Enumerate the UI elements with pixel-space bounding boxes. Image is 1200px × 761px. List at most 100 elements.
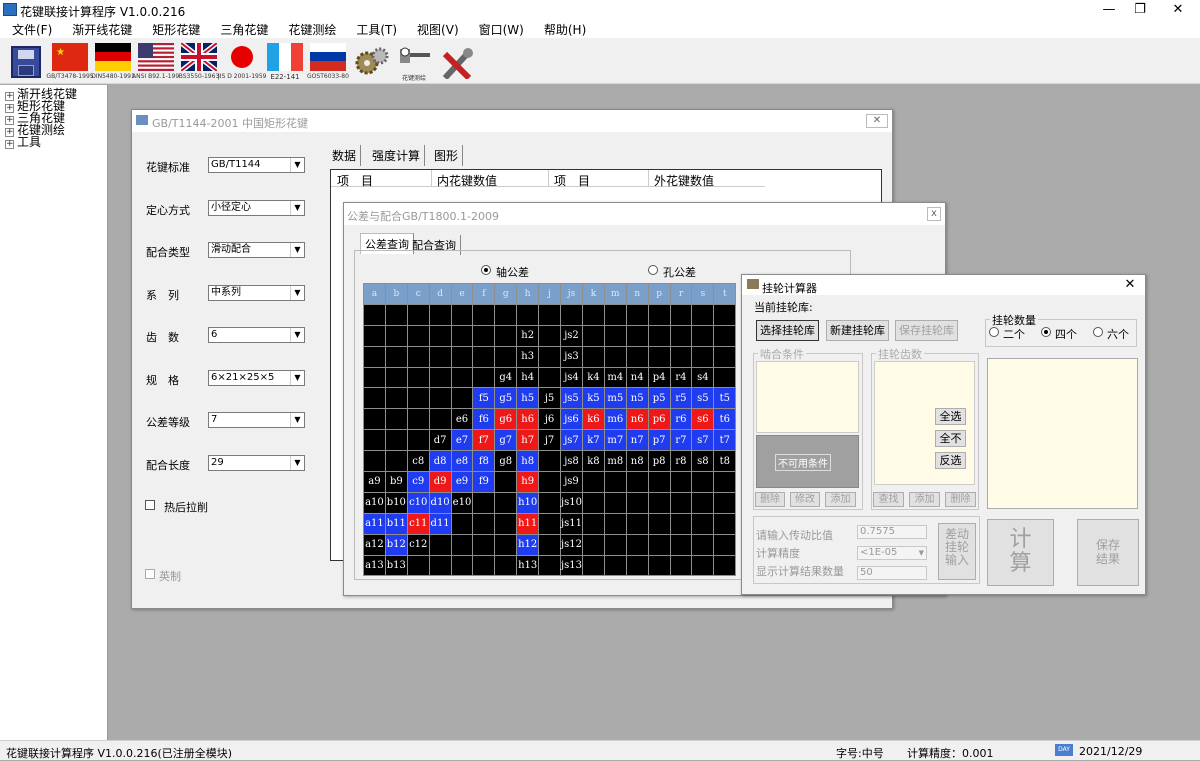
tolerance-cell[interactable]: js9 (560, 471, 583, 493)
window-close-button[interactable]: ✕ (866, 114, 888, 128)
grid-column-header[interactable]: e (450, 283, 474, 305)
grid-column-header[interactable]: a (363, 283, 386, 305)
save-lib-button[interactable]: 保存挂轮库 (895, 320, 958, 341)
toolbar-france[interactable]: E22-141 (265, 41, 305, 83)
grid-column-header[interactable]: js (560, 283, 583, 305)
tolerance-cell[interactable]: n4 (625, 366, 649, 389)
tolerance-cell[interactable]: k5 (581, 387, 605, 410)
tolerance-cell[interactable]: a12 (363, 533, 386, 556)
tolerance-cell[interactable]: s7 (691, 429, 715, 452)
add-teeth-button[interactable]: 添加 (909, 492, 940, 507)
tolerance-cell[interactable]: d11 (428, 512, 452, 535)
tolerance-cell[interactable]: js13 (560, 554, 583, 577)
tolerance-cell[interactable]: a13 (363, 554, 386, 577)
toolbar-gears[interactable] (352, 41, 392, 83)
tolerance-cell[interactable]: r6 (669, 408, 693, 431)
tolerance-cell[interactable]: c11 (406, 512, 430, 535)
tolerance-cell[interactable]: t8 (713, 450, 737, 473)
tolerance-cell[interactable]: s4 (691, 366, 715, 389)
tolerance-cell[interactable]: j6 (538, 408, 562, 431)
teeth-select[interactable]: 6 ▼ (208, 327, 305, 343)
tolerance-cell[interactable]: h7 (516, 429, 540, 452)
menu-triangle[interactable]: 三角花键 (208, 20, 276, 38)
hot-broach-checkbox[interactable] (145, 500, 155, 510)
tolerance-cell[interactable]: m7 (603, 429, 627, 452)
tolerance-cell[interactable]: p5 (647, 387, 671, 410)
four-gears-radio[interactable] (1041, 327, 1051, 337)
grid-column-header[interactable]: r (669, 283, 693, 305)
grid-column-header[interactable]: s (691, 283, 715, 305)
grid-column-header[interactable]: j (538, 283, 562, 305)
tolerance-cell[interactable]: js5 (560, 387, 583, 410)
tolerance-cell[interactable]: e8 (450, 450, 474, 473)
tree-node-tools[interactable]: + 工具 (5, 136, 41, 149)
menu-window[interactable]: 窗口(W) (467, 20, 532, 38)
tolerance-cell[interactable]: m6 (603, 408, 627, 431)
tolerance-cell[interactable]: h9 (516, 471, 540, 493)
calculate-button[interactable]: 计 算 (987, 519, 1054, 586)
tolerance-cell[interactable]: a10 (363, 491, 386, 514)
tolerance-cell[interactable]: m8 (603, 450, 627, 473)
select-lib-button[interactable]: 选择挂轮库 (756, 320, 819, 341)
toolbar-save[interactable] (7, 41, 47, 83)
toolbar-uk[interactable]: BS3550-1963 (179, 41, 219, 83)
menu-file[interactable]: 文件(F) (0, 20, 60, 38)
spec-select[interactable]: 6×21×25×5 ▼ (208, 370, 305, 386)
window-close-button[interactable]: ✕ (1119, 278, 1141, 293)
tolerance-cell[interactable]: r8 (669, 450, 693, 473)
result-list[interactable] (987, 358, 1138, 509)
tolerance-cell[interactable]: h2 (516, 324, 540, 347)
tolerance-cell[interactable]: d8 (428, 450, 452, 473)
tolerance-cell[interactable]: r7 (669, 429, 693, 452)
tolerance-cell[interactable]: n6 (625, 408, 649, 431)
tolerance-cell[interactable]: s5 (691, 387, 715, 410)
menu-view[interactable]: 视图(V) (405, 20, 467, 38)
tolerance-cell[interactable]: g8 (494, 450, 518, 473)
tolerance-cell[interactable]: e7 (450, 429, 474, 452)
tolerance-cell[interactable]: j5 (538, 387, 562, 410)
tolerance-cell[interactable]: h5 (516, 387, 540, 410)
close-button[interactable]: ✕ (1164, 1, 1192, 19)
tolerance-cell[interactable]: b13 (384, 554, 408, 577)
tolerance-cell[interactable]: p4 (647, 366, 671, 389)
imperial-checkbox[interactable] (145, 569, 155, 579)
series-select[interactable]: 中系列 ▼ (208, 285, 305, 301)
tolerance-cell[interactable]: c10 (406, 491, 430, 514)
tolerance-cell[interactable]: js11 (560, 512, 583, 535)
minimize-button[interactable]: — (1095, 1, 1123, 19)
tolerance-cell[interactable]: k8 (581, 450, 605, 473)
menu-measure[interactable]: 花键测绘 (276, 20, 344, 38)
tolerance-cell[interactable]: d9 (428, 471, 452, 493)
tolerance-cell[interactable]: n5 (625, 387, 649, 410)
toolbar-tools[interactable] (437, 41, 477, 83)
tolerance-cell[interactable]: t5 (713, 387, 737, 410)
tolerance-cell[interactable]: n7 (625, 429, 649, 452)
save-result-button[interactable]: 保存 结果 (1077, 519, 1139, 586)
tolerance-cell[interactable]: a9 (363, 471, 386, 493)
tab-graphic[interactable]: 图形 (430, 145, 464, 166)
tolerance-cell[interactable]: js3 (560, 345, 583, 368)
add-condition-button[interactable]: 添加 (825, 492, 856, 507)
tolerance-cell[interactable]: d10 (428, 491, 452, 514)
tolerance-cell[interactable]: b9 (384, 471, 408, 493)
tolerance-cell[interactable]: j7 (538, 429, 562, 452)
tolerance-cell[interactable]: js2 (560, 324, 583, 347)
tolerance-cell[interactable]: f5 (472, 387, 496, 410)
tolerance-cell[interactable]: c8 (406, 450, 430, 473)
tolerance-cell[interactable]: g4 (494, 366, 518, 389)
tolerance-cell[interactable]: h10 (516, 491, 540, 514)
tolerance-cell[interactable]: e6 (450, 408, 474, 431)
tolerance-cell[interactable]: js12 (560, 533, 583, 556)
tolerance-cell[interactable]: k7 (581, 429, 605, 452)
window-close-button[interactable]: x (927, 207, 941, 221)
tolerance-cell[interactable]: js10 (560, 491, 583, 514)
tolerance-cell[interactable]: b10 (384, 491, 408, 514)
tolerance-cell[interactable]: c9 (406, 471, 430, 493)
grid-column-header[interactable]: p (647, 283, 671, 305)
standard-select[interactable]: GB/T1144 ▼ (208, 157, 305, 173)
tolerance-cell[interactable]: k4 (581, 366, 605, 389)
menu-help[interactable]: 帮助(H) (532, 20, 594, 38)
tolerance-cell[interactable]: g6 (494, 408, 518, 431)
fit-length-select[interactable]: 29 ▼ (208, 455, 305, 471)
delete-teeth-button[interactable]: 删除 (945, 492, 976, 507)
